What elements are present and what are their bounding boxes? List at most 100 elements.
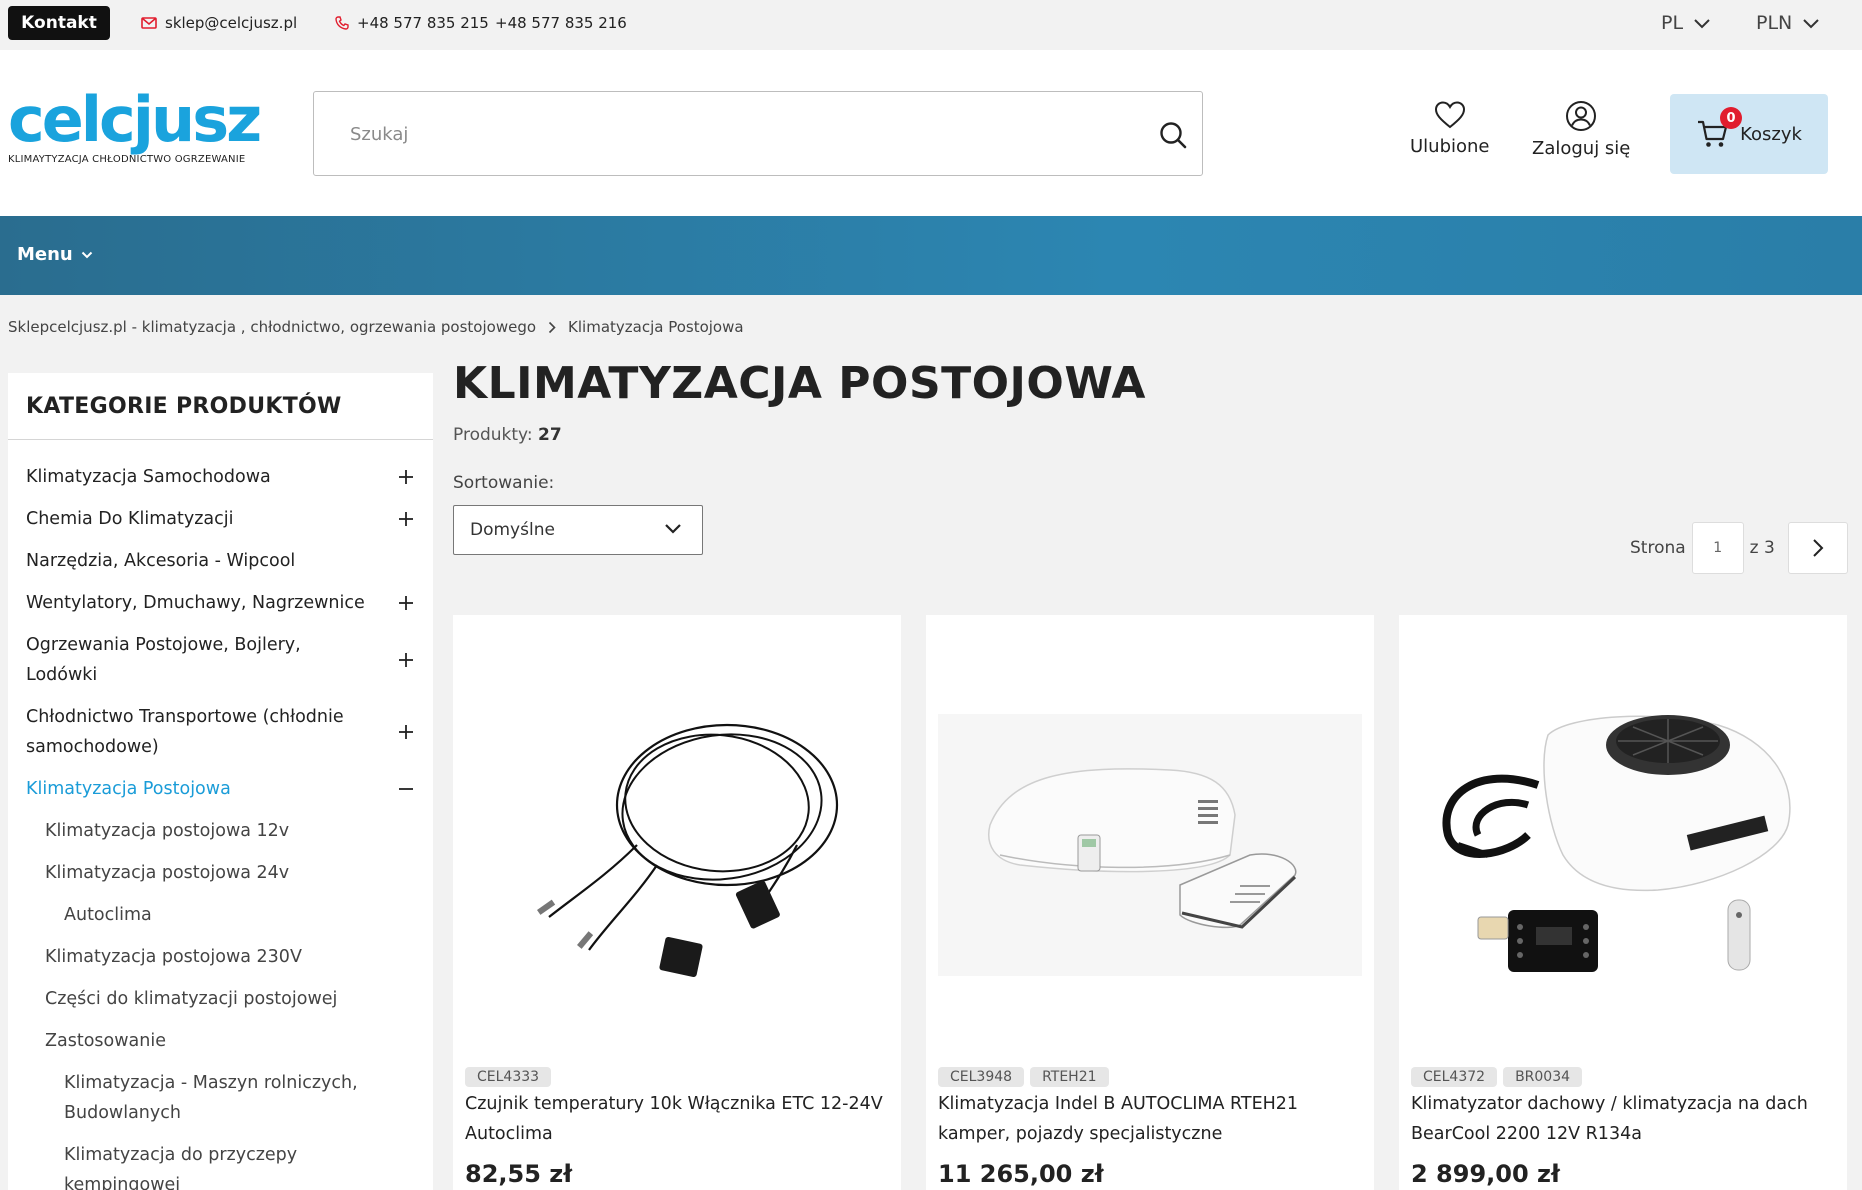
sidebar-category-item[interactable]: Wentylatory, Dmuchawy, Nagrzewnice [8,588,433,618]
next-page-button[interactable] [1788,522,1848,574]
logo-text: celcjusz [8,83,262,156]
product-image[interactable] [465,635,889,1055]
search-input[interactable] [350,120,1110,148]
expand-plus-icon[interactable] [397,651,415,669]
currency-value: PLN [1756,12,1793,34]
category-sidebar: KATEGORIE PRODUKTÓW Klimatyzacja Samocho… [8,373,433,1190]
expand-plus-icon[interactable] [397,510,415,528]
product-price: 2 899,00 zł [1411,1160,1560,1188]
sidebar-category-item[interactable]: Klimatyzacja postojowa 230V [8,942,433,972]
product-tags: CEL4333 [465,1067,552,1087]
product-name[interactable]: Klimatyzacja Indel B AUTOCLIMA RTEH21 ka… [938,1089,1366,1149]
chevron-right-icon [548,321,556,333]
product-card[interactable]: CEL3948 RTEH21 Klimatyzacja Indel B AUTO… [926,615,1374,1190]
favorites-link[interactable]: Ulubione [1410,100,1490,157]
product-image[interactable] [1411,635,1835,1055]
sidebar-category-item[interactable]: Części do klimatyzacji postojowej [8,984,433,1014]
chevron-down-icon [1694,18,1710,28]
heart-icon [1434,101,1465,129]
product-name[interactable]: Klimatyzator dachowy / klimatyzacja na d… [1411,1089,1839,1149]
phone-icon [335,16,349,30]
chevron-down-icon [1803,18,1819,28]
email-text: sklep@celcjusz.pl [165,14,298,32]
product-count-label: Produkty: [453,425,533,445]
sort-value: Domyślne [470,520,555,540]
site-header: celcjusz KLIMAYTYZACJA CHŁODNICTWO OGRZE… [0,50,1862,216]
site-logo[interactable]: celcjusz KLIMAYTYZACJA CHŁODNICTWO OGRZE… [8,84,278,174]
search-icon[interactable] [1158,120,1188,150]
page-total: z 3 [1749,538,1775,558]
sidebar-title: KATEGORIE PRODUKTÓW [8,373,433,440]
sidebar-category-label: Wentylatory, Dmuchawy, Nagrzewnice [26,593,365,613]
login-link[interactable]: Zaloguj się [1532,100,1630,159]
product-count: Produkty: 27 [453,425,562,445]
sidebar-category-item[interactable]: Klimatyzacja Samochodowa [8,462,433,492]
sidebar-category-item[interactable]: Klimatyzacja Postojowa [8,774,433,804]
sort-select[interactable]: Domyślne [453,505,703,555]
language-value: PL [1661,12,1684,34]
product-count-value: 27 [538,425,562,445]
product-price: 82,55 zł [465,1160,573,1188]
chevron-down-icon [665,524,681,534]
chevron-down-icon [81,251,92,258]
chevron-right-icon [1813,539,1824,557]
currency-select[interactable]: PLN [1756,12,1820,34]
sidebar-category-label: Klimatyzacja do przyczepy kempingowej [64,1145,298,1190]
product-tag: CEL4372 [1411,1067,1498,1087]
language-select[interactable]: PL [1661,12,1711,34]
page-input[interactable]: 1 [1691,522,1744,574]
sidebar-category-label: Chemia Do Klimatyzacji [26,509,234,529]
sidebar-category-label: Zastosowanie [45,1031,166,1051]
temperature-sensor-image [537,723,839,978]
phone-link-2[interactable]: +48 577 835 216 [495,14,627,32]
air-conditioner-image [988,768,1297,929]
sidebar-category-item[interactable]: Narzędzia, Akcesoria - Wipcool [8,546,433,576]
product-card[interactable]: CEL4372 BR0034 Klimatyzator dachowy / kl… [1399,615,1847,1190]
page-title: KLIMATYZACJA POSTOJOWA [453,358,1146,409]
top-bar: Kontakt sklep@celcjusz.pl +48 577 835 21… [0,0,1862,50]
mail-icon [141,17,157,29]
breadcrumb-home[interactable]: Sklepcelcjusz.pl - klimatyzacja , chłodn… [8,318,536,336]
sidebar-category-item[interactable]: Klimatyzacja postojowa 24v [8,858,433,888]
product-tag: CEL4333 [465,1067,552,1087]
product-tag: CEL3948 [938,1067,1025,1087]
expand-plus-icon[interactable] [397,594,415,612]
sidebar-category-item[interactable]: Klimatyzacja do przyczepy kempingowej [8,1140,433,1190]
contact-button[interactable]: Kontakt [8,6,110,40]
pagination: Strona 1 z 3 [1630,522,1775,574]
breadcrumb-current: Klimatyzacja Postojowa [568,318,744,336]
product-image[interactable] [938,635,1362,1055]
sidebar-category-label: Klimatyzacja Samochodowa [26,467,271,487]
email-link[interactable]: sklep@celcjusz.pl [141,14,297,32]
sidebar-category-label: Narzędzia, Akcesoria - Wipcool [26,551,296,571]
sidebar-category-item[interactable]: Klimatyzacja postojowa 12v [8,816,433,846]
sidebar-category-item[interactable]: Ogrzewania Postojowe, Bojlery, Lodówki [8,630,433,690]
expand-plus-icon[interactable] [397,468,415,486]
sidebar-category-item[interactable]: Chemia Do Klimatyzacji [8,504,433,534]
sidebar-category-label: Ogrzewania Postojowe, Bojlery, Lodówki [26,635,301,685]
sidebar-category-item[interactable]: Chłodnictwo Transportowe (chłodnie samoc… [8,702,433,762]
sidebar-category-label: Klimatyzacja postojowa 230V [45,947,302,967]
logo-tagline: KLIMAYTYZACJA CHŁODNICTWO OGRZEWANIE [8,154,246,165]
sidebar-category-item[interactable]: Zastosowanie [8,1026,433,1056]
expand-plus-icon[interactable] [397,723,415,741]
main-nav: Menu [0,216,1862,295]
product-name[interactable]: Czujnik temperatury 10k Włącznika ETC 12… [465,1089,893,1149]
product-tag: RTEH21 [1030,1067,1109,1087]
sidebar-category-label: Klimatyzacja postojowa 24v [45,863,290,883]
menu-label: Menu [17,244,73,265]
menu-button[interactable]: Menu [17,244,93,265]
cart-count-badge: 0 [1720,107,1743,129]
product-price: 11 265,00 zł [938,1160,1104,1188]
sidebar-category-label: Klimatyzacja - Maszyn rolniczych, Budowl… [64,1073,358,1123]
product-card[interactable]: CEL4333 Czujnik temperatury 10k Włącznik… [453,615,901,1190]
login-label: Zaloguj się [1532,138,1631,159]
sort-label: Sortowanie: [453,473,555,493]
user-icon [1566,101,1597,131]
cart-button[interactable]: 0 Koszyk [1670,94,1828,174]
sidebar-category-item[interactable]: Autoclima [8,900,433,930]
collapse-minus-icon[interactable] [397,780,415,798]
phone-link-1[interactable]: +48 577 835 215 [335,14,489,32]
sidebar-category-item[interactable]: Klimatyzacja - Maszyn rolniczych, Budowl… [8,1068,433,1128]
sidebar-category-label: Klimatyzacja Postojowa [26,779,231,799]
